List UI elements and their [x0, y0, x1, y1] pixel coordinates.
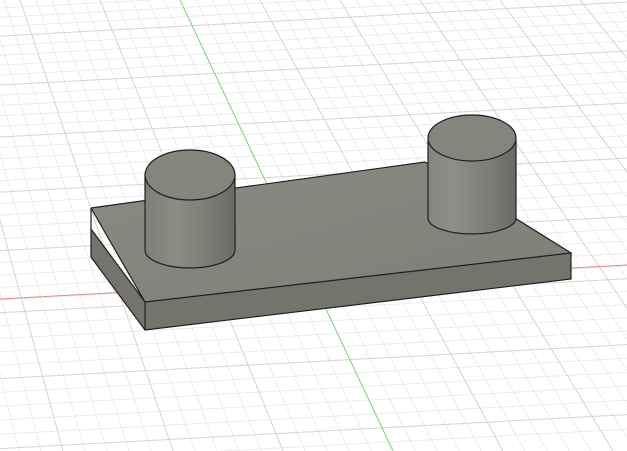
- grid-line: [0, 11, 627, 47]
- grid-line: [0, 357, 627, 393]
- viewport-scene[interactable]: [0, 0, 627, 451]
- grid-line: [215, 428, 627, 451]
- grid-line: [0, 330, 627, 366]
- grid-line: [0, 1, 627, 37]
- grid-line: [0, 317, 627, 353]
- grid-line: [0, 60, 627, 96]
- model-body[interactable]: [90, 114, 573, 331]
- grid-line: [563, 0, 627, 81]
- cylinder-right-top-face[interactable]: [427, 114, 517, 162]
- grid-line: [579, 0, 627, 60]
- cylinder-left-top-face[interactable]: [144, 149, 236, 201]
- grid-line: [0, 40, 627, 76]
- grid-line: [0, 344, 627, 380]
- cylinder-boss-left[interactable]: [144, 149, 236, 269]
- grid-line: [0, 91, 627, 127]
- cylinder-boss-right[interactable]: [427, 114, 517, 235]
- grid-line: [547, 0, 627, 103]
- grid-line: [531, 0, 627, 125]
- 3d-viewport-canvas[interactable]: [0, 0, 627, 451]
- grid-line: [0, 399, 627, 435]
- grid-line: [0, 30, 627, 66]
- grid-line: [0, 113, 627, 149]
- grid-line: [0, 0, 327, 18]
- grid-line: [0, 385, 627, 421]
